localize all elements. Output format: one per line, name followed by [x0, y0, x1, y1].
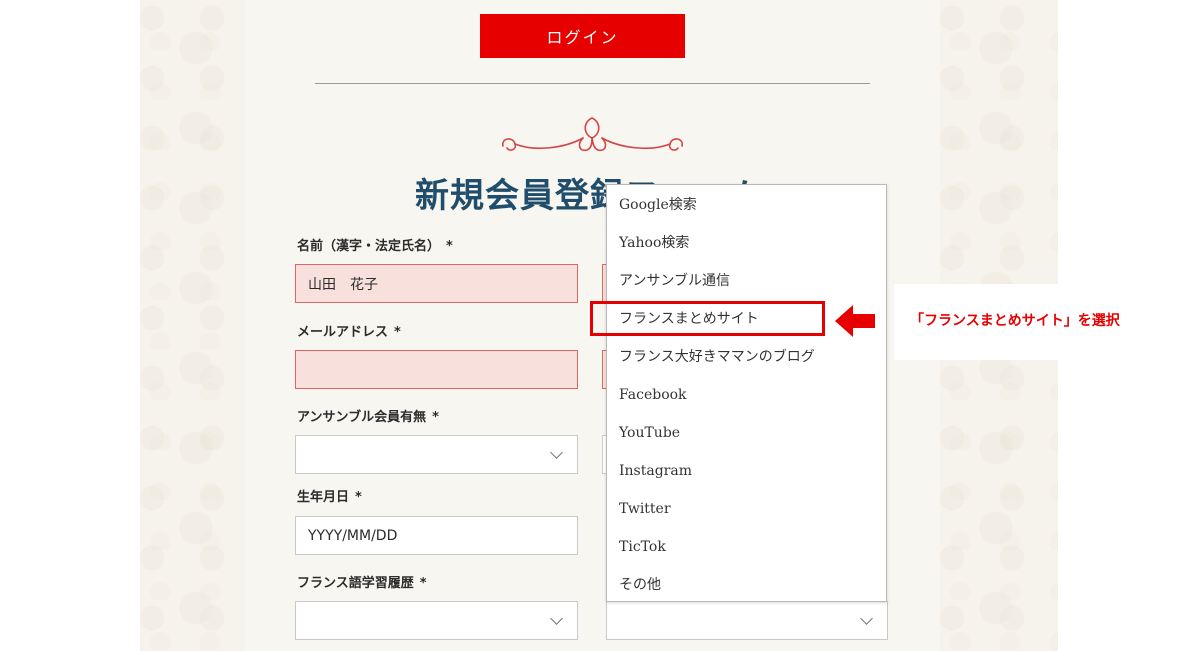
highlight-box — [590, 301, 825, 336]
annotation-text: 「フランスまとめサイト」を選択 — [910, 313, 1120, 329]
referral-source-dropdown[interactable]: Google検索 Yahoo検索 アンサンブル通信 フランスまとめサイト フラン… — [606, 184, 887, 602]
option-ensemble-newsletter[interactable]: アンサンブル通信 — [619, 269, 730, 293]
option-google[interactable]: Google検索 — [619, 193, 697, 217]
email-label: メールアドレス * — [297, 325, 401, 340]
chevron-down-icon — [550, 446, 563, 459]
referral-source-select[interactable] — [606, 601, 888, 640]
option-tictok[interactable]: TicTok — [619, 535, 666, 559]
option-other[interactable]: その他 — [619, 573, 661, 597]
birthday-label: 生年月日 * — [297, 490, 362, 505]
option-twitter[interactable]: Twitter — [619, 497, 671, 521]
option-yahoo[interactable]: Yahoo検索 — [619, 231, 689, 255]
chevron-down-icon — [550, 612, 563, 625]
background-pattern-left — [140, 0, 245, 651]
email-input[interactable] — [295, 350, 578, 389]
chevron-down-icon — [860, 612, 873, 625]
option-france-mama-blog[interactable]: フランス大好きママンのブログ — [619, 345, 815, 369]
divider — [315, 83, 870, 84]
name-input[interactable]: 山田 花子 — [295, 264, 578, 303]
arrow-left-icon — [835, 305, 875, 337]
name-input-value: 山田 花子 — [308, 276, 378, 293]
login-button[interactable]: ログイン — [480, 14, 685, 58]
birthday-placeholder: YYYY/MM/DD — [308, 527, 398, 544]
french-history-label: フランス語学習履歴 * — [297, 576, 427, 591]
birthday-input[interactable]: YYYY/MM/DD — [295, 516, 578, 555]
ornament-flourish-icon — [502, 117, 683, 152]
option-instagram[interactable]: Instagram — [619, 459, 692, 483]
membership-label: アンサンブル会員有無 * — [297, 410, 439, 425]
option-youtube[interactable]: YouTube — [619, 421, 680, 445]
name-label: 名前（漢字・法定氏名） * — [297, 239, 453, 254]
membership-select[interactable] — [295, 435, 578, 474]
french-history-select[interactable] — [295, 601, 578, 640]
option-facebook[interactable]: Facebook — [619, 383, 687, 407]
